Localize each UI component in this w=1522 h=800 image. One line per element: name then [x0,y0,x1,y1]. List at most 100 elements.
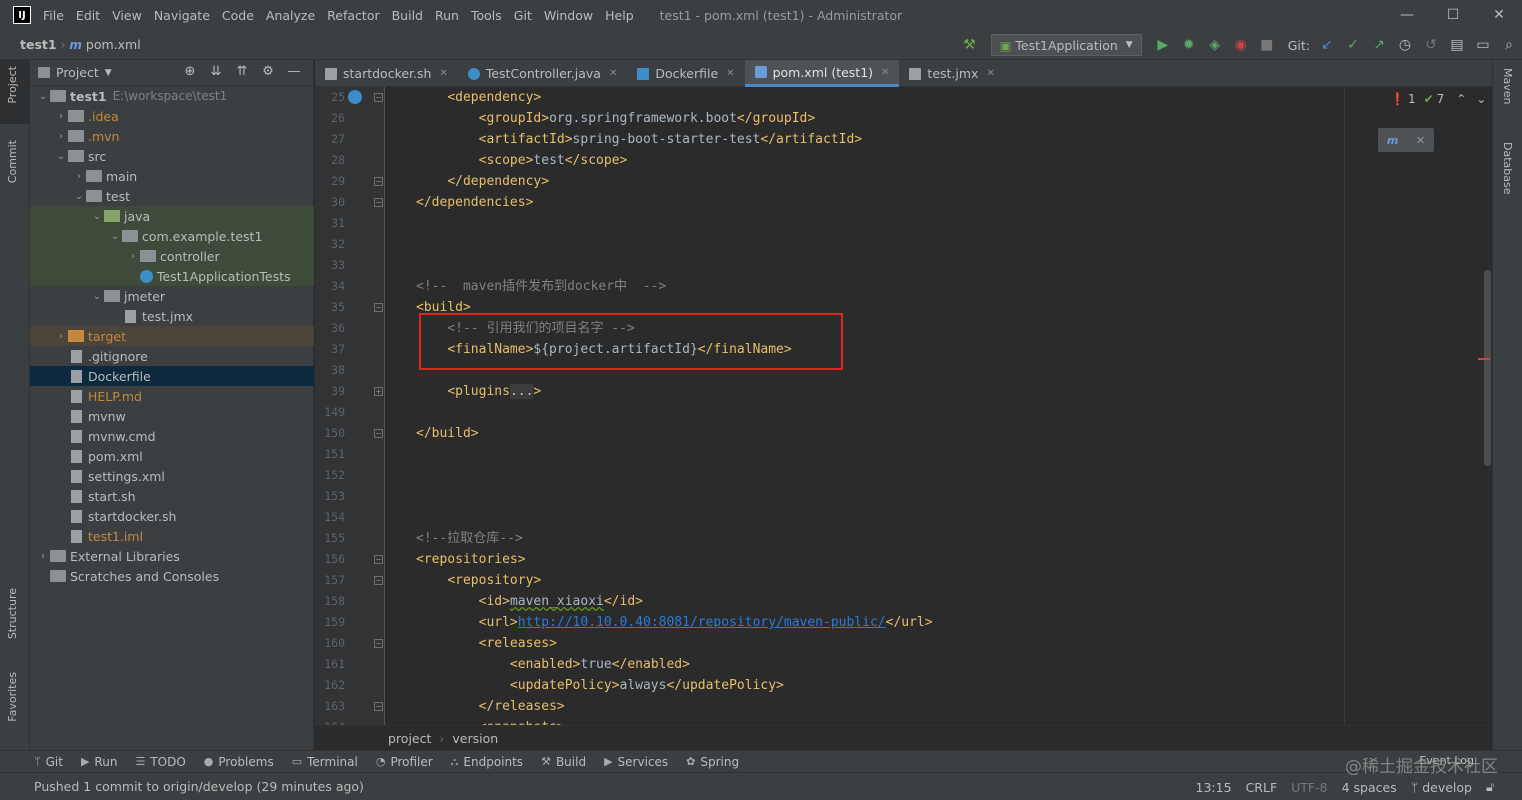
code-line[interactable]: <artifactId>spring-boot-starter-test</ar… [416,129,863,150]
nav-project[interactable]: test1 [20,37,57,52]
git-branch[interactable]: develop [1422,780,1472,795]
code-line[interactable]: <snapshots> [416,717,565,725]
code-line[interactable]: </releases> [416,696,565,717]
debug-icon[interactable]: ✹ [1176,37,1202,53]
tree-item[interactable]: Dockerfile [30,366,314,386]
close-icon[interactable]: ✕ [439,68,447,79]
tree-item[interactable]: › target [30,326,314,346]
menu-build[interactable]: Build [386,8,429,23]
bottom-tab-run[interactable]: ▶ Run [81,755,117,769]
menu-analyze[interactable]: Analyze [260,8,321,23]
menu-navigate[interactable]: Navigate [148,8,216,23]
tree-item[interactable]: HELP.md [30,386,314,406]
chevron-right-icon[interactable]: › [72,171,86,182]
code-line[interactable]: <plugins...> [416,381,541,402]
tree-item[interactable]: › External Libraries [30,546,314,566]
history-icon[interactable]: ◷ [1392,37,1418,53]
run-icon[interactable]: ▶ [1150,37,1176,53]
profile-icon[interactable]: ◉ [1228,37,1254,53]
git-push-icon[interactable]: ↗ [1366,37,1392,53]
tree-item[interactable]: .gitignore [30,346,314,366]
code-line[interactable]: <repositories> [416,549,526,570]
build-hammer-icon[interactable]: ⚒ [957,37,983,53]
fold-marker-icon[interactable]: − [374,177,383,186]
line-separator[interactable]: CRLF [1246,780,1278,795]
editor-tab[interactable]: pom.xml (test1) ✕ [744,60,900,87]
tree-item[interactable]: mvnw [30,406,314,426]
fold-marker-icon[interactable]: − [374,303,383,312]
fold-marker-icon[interactable]: − [374,639,383,648]
minimize-icon[interactable]: — [1384,0,1430,30]
tree-item[interactable]: ⌄ src [30,146,314,166]
tool-tab-database[interactable]: Database [1501,142,1514,195]
nav-file[interactable]: pom.xml [86,37,141,52]
fold-marker-icon[interactable]: − [374,93,383,102]
maven-reload-icon[interactable]: m [1387,134,1398,147]
tree-item[interactable]: › controller [30,246,314,266]
project-structure-icon[interactable]: ▤ [1444,37,1470,53]
close-icon[interactable]: ✕ [1476,0,1522,30]
tree-item[interactable]: › main [30,166,314,186]
search-icon[interactable]: ⌕ [1496,37,1522,53]
menu-git[interactable]: Git [508,8,538,23]
chevron-down-icon[interactable]: ▼ [105,68,112,78]
code-line[interactable]: <scope>test</scope> [416,150,628,171]
tree-item[interactable]: test.jmx [30,306,314,326]
breadcrumb-project[interactable]: project [388,731,431,746]
caret-position[interactable]: 13:15 [1196,780,1232,795]
bottom-tab-profiler[interactable]: ◔ Profiler [376,755,433,769]
code-line[interactable]: <repository> [416,570,541,591]
tool-tab-maven[interactable]: Maven [1501,68,1514,104]
lock-icon[interactable]: 🔓︎ [1486,779,1502,795]
close-icon[interactable]: ✕ [986,68,994,79]
code-line[interactable]: <!-- 引用我们的项目名字 --> [416,318,634,339]
code-line[interactable]: <id>maven_xiaoxi</id> [416,591,643,612]
menu-view[interactable]: View [106,8,148,23]
code-line[interactable]: <finalName>${project.artifactId}</finalN… [416,339,791,360]
bottom-tab-endpoints[interactable]: ⛬ Endpoints [451,755,523,769]
menu-file[interactable]: File [37,8,70,23]
tree-item[interactable]: ⌄ jmeter [30,286,314,306]
tree-item[interactable]: settings.xml [30,466,314,486]
code-editor[interactable]: 25 − 26 27 28 29 − 30 − 31 32 33 34 35 − 36 37 38 39 +149 15… [315,87,1492,725]
fold-marker-icon[interactable]: − [374,429,383,438]
editor-scrollbar[interactable] [1484,270,1491,466]
editor-tab[interactable]: Dockerfile ✕ [627,60,744,87]
chevron-down-icon[interactable]: ⌄ [36,91,50,102]
chevron-down-icon[interactable]: ⌄ [90,291,104,302]
bottom-tab-problems[interactable]: ● Problems [204,755,274,769]
tool-tab-favorites[interactable]: Favorites [6,672,19,722]
tree-item[interactable]: ⌄ java [30,206,314,226]
menu-edit[interactable]: Edit [70,8,106,23]
bottom-tab-services[interactable]: ▶ Services [604,755,668,769]
code-line[interactable]: <!--拉取仓库--> [416,528,523,549]
menu-help[interactable]: Help [599,8,640,23]
chevron-down-icon[interactable]: ⌄ [72,191,86,202]
close-icon[interactable]: ✕ [1416,134,1425,147]
tree-item[interactable]: › .mvn [30,126,314,146]
tool-tab-project[interactable]: Project [6,66,19,104]
bottom-tab-todo[interactable]: ☰ TODO [135,755,185,769]
file-encoding[interactable]: UTF-8 [1291,780,1327,795]
tree-item[interactable]: ⌄ test1 E:\workspace\test1 [30,86,314,106]
status-message[interactable]: Pushed 1 commit to origin/develop (29 mi… [34,779,364,794]
tree-item[interactable]: test1.iml [30,526,314,546]
fold-marker-icon[interactable]: − [374,576,383,585]
run-test-gutter-icon[interactable] [348,90,362,104]
code-line[interactable]: <dependency> [416,87,541,108]
gear-icon[interactable]: ⚙ [255,64,281,79]
tree-item[interactable]: pom.xml [30,446,314,466]
tree-item[interactable]: Test1ApplicationTests [30,266,314,286]
chevron-right-icon[interactable]: › [126,251,140,262]
code-line[interactable]: </dependencies> [416,192,533,213]
bottom-tab-build[interactable]: ⚒ Build [541,755,586,769]
menu-tools[interactable]: Tools [465,8,508,23]
close-icon[interactable]: ✕ [881,67,889,78]
maven-reload-popup[interactable]: m ✕ [1378,128,1434,152]
code-line[interactable]: <url>http://10.10.0.40:8081/repository/m… [416,612,933,633]
expand-all-icon[interactable]: ⇊ [203,64,229,79]
locate-icon[interactable]: ⊕ [177,64,203,79]
menu-window[interactable]: Window [538,8,599,23]
chevron-down-icon[interactable]: ⌄ [1476,92,1486,106]
menu-code[interactable]: Code [216,8,260,23]
